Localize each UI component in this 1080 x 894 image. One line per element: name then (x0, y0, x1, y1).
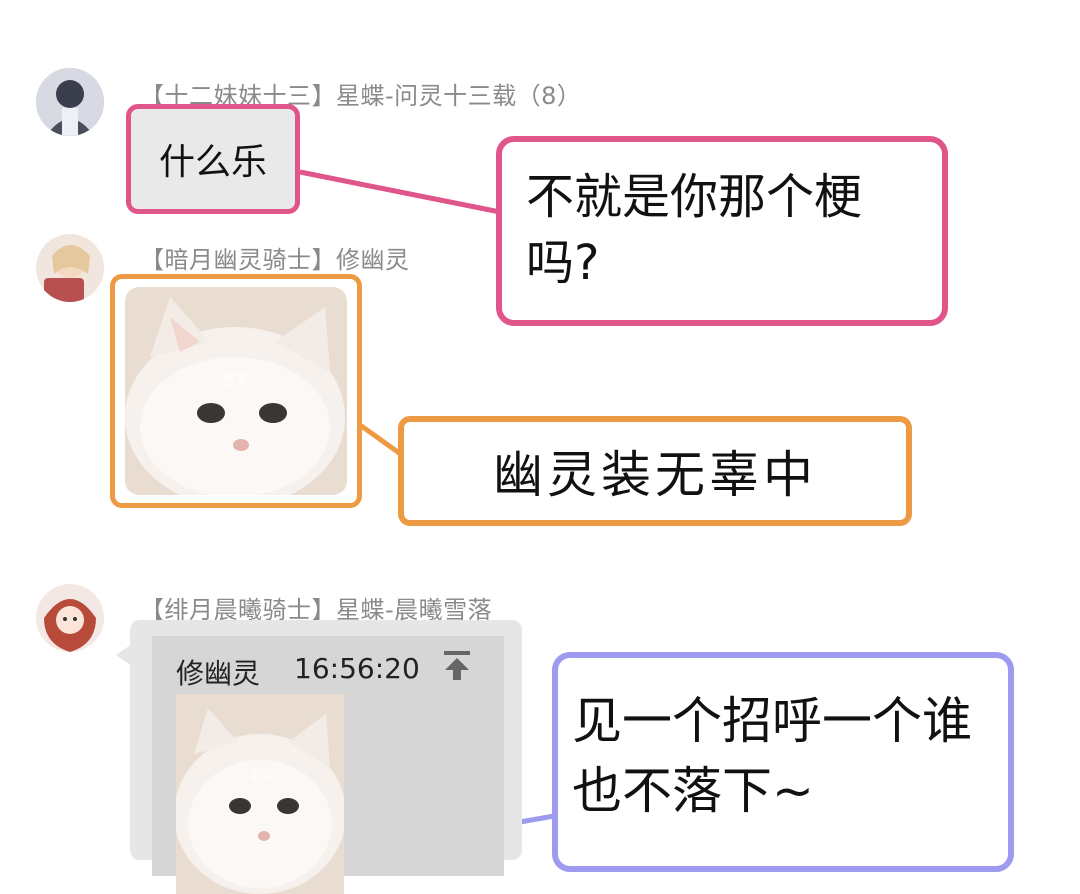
connector-line-pink (299, 169, 501, 215)
quoted-time: 16:56:20 (294, 652, 420, 685)
sender-name[interactable]: 【暗月幽灵骑士】修幽灵 (140, 240, 410, 275)
narration-text: 不就是你那个梗吗? (526, 169, 863, 291)
avatar[interactable] (36, 234, 104, 302)
narration-box: 幽灵装无辜中 (398, 416, 912, 526)
image-caption: 老实 (250, 768, 274, 783)
avatar[interactable] (36, 584, 104, 652)
narration-text: 见一个招呼一个谁也不落下~ (572, 692, 972, 820)
narration-text: 幽灵装无辜中 (493, 446, 817, 504)
bubble-pointer (116, 644, 132, 666)
cat-illustration: 老实 (176, 694, 344, 894)
pin-top-icon[interactable] (440, 648, 474, 682)
narration-box: 不就是你那个梗吗? (496, 136, 948, 326)
quoted-author: 修幽灵 (176, 657, 261, 690)
image-message-frame[interactable]: 老实 (110, 274, 362, 508)
reply-bubble[interactable]: 修幽灵 16:56:20 老实 (130, 620, 522, 894)
connector-line-orange (358, 422, 404, 458)
image-caption: 老实 (221, 372, 249, 388)
avatar-image (36, 584, 104, 652)
cat-image: 老实 (125, 287, 347, 495)
quoted-cat-image: 老实 (176, 694, 344, 894)
avatar-image (36, 234, 104, 302)
narration-box: 见一个招呼一个谁也不落下~ (552, 652, 1014, 872)
quoted-message[interactable]: 修幽灵 16:56:20 老实 (152, 636, 504, 894)
cat-illustration: 老实 (125, 287, 347, 495)
